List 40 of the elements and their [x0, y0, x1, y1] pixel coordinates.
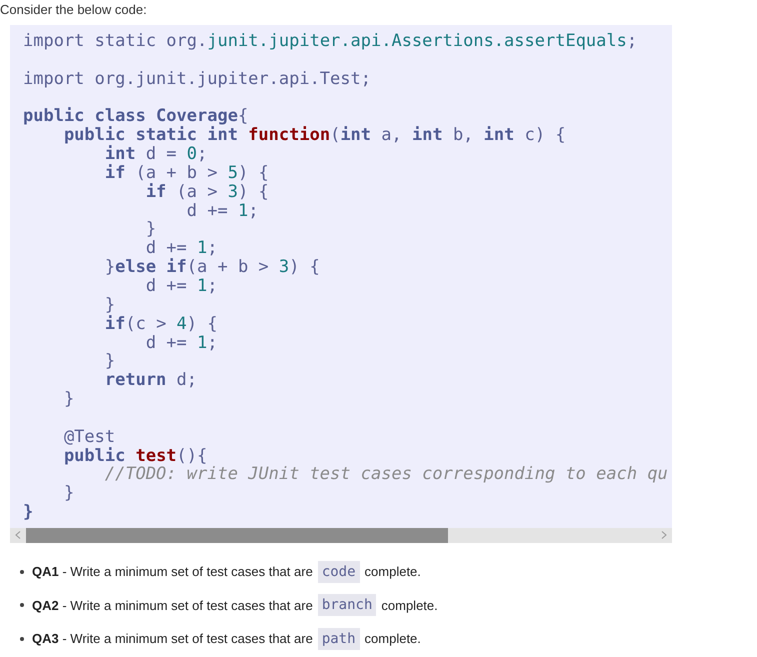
- code-line: d += 1;: [144, 334, 218, 352]
- code-line: @Test: [62, 428, 116, 447]
- question-text: complete.: [381, 598, 438, 613]
- inline-code: path: [318, 628, 360, 650]
- scrollbar-thumb[interactable]: [26, 528, 448, 543]
- code-line: import static org.junit.jupiter.api.Assertions.assertEquals;: [23, 32, 638, 51]
- code-line: }: [104, 296, 116, 315]
- question-text: complete.: [364, 631, 421, 646]
- question-text: QA2 - Write a minimum set of test cases that are: [32, 598, 313, 613]
- code-line: }: [23, 503, 34, 522]
- code-line: d += 1;: [144, 239, 218, 258]
- inline-code: code: [318, 560, 360, 583]
- bullet-icon: [20, 570, 24, 574]
- question-text: QA1 - Write a minimum set of test cases that are: [32, 564, 313, 580]
- bullet-icon: [20, 603, 24, 608]
- code-line: }: [62, 484, 76, 504]
- code-line: return d;: [104, 371, 198, 390]
- inline-code: branch: [318, 594, 376, 616]
- code-line: public class Coverage{: [23, 107, 250, 126]
- code-line: public test(){: [62, 446, 208, 466]
- code-line: public static int function(int a, int b, int c) {: [62, 126, 567, 146]
- scroll-right-icon[interactable]: [661, 531, 667, 540]
- intro-text: Consider the below code:: [0, 1, 148, 17]
- horizontal-scrollbar[interactable]: [10, 528, 672, 543]
- code-line: if (a > 3) {: [144, 182, 270, 202]
- code-line: int d = 0;: [104, 145, 208, 164]
- code-line: if(c > 4) {: [104, 314, 219, 334]
- code-line: d += 1;: [144, 276, 218, 296]
- code-line: }: [104, 352, 116, 372]
- question-text: QA3 - Write a minimum set of test cases that are: [32, 631, 313, 646]
- question-text: complete.: [364, 564, 421, 580]
- code-line: }: [144, 220, 158, 240]
- code-line: }else if(a + b > 3) {: [104, 258, 321, 277]
- code-line: if (a + b > 5) {: [104, 164, 270, 183]
- bullet-icon: [20, 636, 24, 641]
- code-line: import org.junit.jupiter.api.Test;: [23, 70, 372, 89]
- code-line: //TODO: write JUnit test cases corresponding to each qu: [104, 465, 669, 484]
- code-line: d += 1;: [186, 202, 260, 220]
- code-line: }: [62, 390, 76, 409]
- scroll-left-icon[interactable]: [15, 531, 21, 540]
